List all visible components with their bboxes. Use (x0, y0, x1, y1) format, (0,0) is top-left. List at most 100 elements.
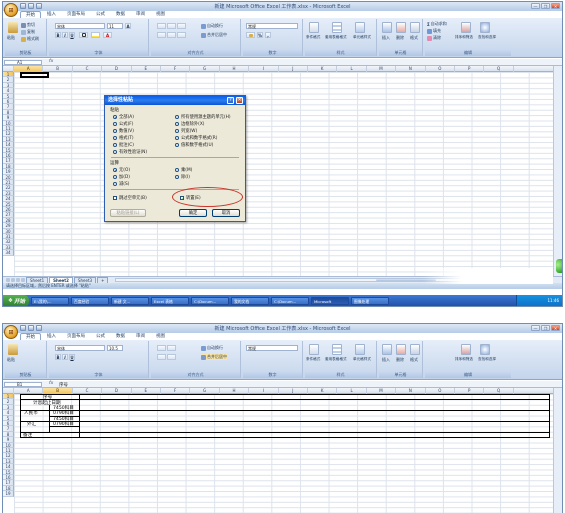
font-color-button[interactable]: A (103, 32, 112, 38)
wrap-text-button[interactable]: 自动换行 (201, 345, 223, 351)
delete-button[interactable]: 删除 (396, 35, 404, 41)
tab-review[interactable]: 审阅 (131, 333, 150, 340)
table-format-button[interactable]: 套用表格格式 (325, 35, 347, 40)
taskbar-item[interactable]: 图像处理 (350, 297, 389, 305)
insert-cells-icon[interactable] (382, 344, 392, 355)
cell-styles-button[interactable]: 单元格样式 (353, 35, 371, 40)
conditional-format-button[interactable]: 条件格式 (306, 357, 320, 362)
merge-center-button[interactable]: 合并后居中 (201, 354, 227, 360)
grow-font-button[interactable]: A (125, 23, 131, 29)
tab-review[interactable]: 审阅 (131, 11, 150, 18)
name-box[interactable]: A1 (4, 60, 42, 65)
remark-cell[interactable]: 备注 (23, 432, 32, 438)
system-tray-clock[interactable]: 11:46 (516, 295, 562, 306)
cell-grid[interactable] (14, 394, 553, 513)
sheet-next-icon[interactable] (16, 278, 20, 282)
find-select-button[interactable]: 查找和选择 (478, 357, 496, 362)
fx-item-cell[interactable]: 0790科目 (53, 421, 74, 427)
op-add-option[interactable]: 加(D) (113, 174, 130, 180)
op-multiply-option[interactable]: 乘(M) (175, 167, 192, 173)
fx-group-cell[interactable]: 外汇 (27, 421, 36, 427)
sort-filter-button[interactable]: 排序和筛选 (455, 357, 473, 362)
paste-comments-option[interactable]: 批注(C) (113, 142, 134, 148)
close-button[interactable]: ✕ (551, 3, 560, 9)
underline-button[interactable]: U (69, 32, 75, 38)
taskbar-item[interactable]: 百度经验 (70, 297, 109, 305)
format-cells-icon[interactable] (410, 22, 420, 33)
sheet-last-icon[interactable] (21, 278, 25, 282)
paste-formulas-numbers-option[interactable]: 公式和数字格式(R) (175, 135, 217, 141)
paste-formulas-option[interactable]: 公式(F) (113, 121, 133, 127)
format-button[interactable]: 格式 (410, 357, 418, 363)
bold-button[interactable]: B (55, 32, 61, 38)
sort-filter-button[interactable]: 排序和筛选 (455, 35, 473, 40)
underline-button[interactable]: U (69, 354, 75, 360)
taskbar-item[interactable]: C:\Docum... (270, 297, 309, 305)
office-button[interactable]: ⊞ (4, 325, 18, 339)
table-format-icon[interactable] (332, 22, 342, 33)
tab-data[interactable]: 数据 (111, 333, 130, 340)
dialog-close-button[interactable]: ✕ (236, 97, 243, 104)
tab-insert[interactable]: 插入 (42, 333, 61, 340)
paste-validation-option[interactable]: 有效性验证(N) (113, 149, 147, 155)
cell-grid[interactable] (14, 72, 553, 276)
delete-cells-icon[interactable] (396, 22, 406, 33)
maximize-button[interactable]: ❐ (541, 3, 550, 9)
align-left-button[interactable] (157, 32, 166, 38)
align-middle-button[interactable] (167, 345, 176, 351)
insert-button[interactable]: 插入 (382, 357, 390, 363)
name-box[interactable]: B1 (4, 382, 42, 387)
align-right-button[interactable] (177, 32, 186, 38)
paste-link-button[interactable]: 粘贴链接(L) (110, 209, 146, 217)
font-size-box[interactable]: 11 (107, 23, 123, 29)
paste-button[interactable]: 粘贴 (7, 35, 15, 41)
taskbar-item[interactable]: E:\我的\... (30, 297, 69, 305)
fx-button[interactable]: fx (49, 381, 53, 386)
borders-button[interactable] (79, 32, 88, 38)
number-format-box[interactable]: 常规 (246, 345, 298, 351)
maximize-button[interactable]: ❐ (541, 325, 550, 331)
delete-cells-icon[interactable] (396, 344, 406, 355)
fill-color-button[interactable] (91, 32, 100, 38)
paste-values-numbers-option[interactable]: 值和数字格式(U) (175, 142, 213, 148)
skip-blanks-checkbox[interactable]: 跳过空单元(B) (113, 195, 147, 201)
table-format-icon[interactable] (332, 344, 342, 355)
paste-values-option[interactable]: 数值(V) (113, 128, 134, 134)
floating-widget-icon[interactable] (556, 259, 562, 273)
sort-filter-icon[interactable] (461, 22, 471, 33)
align-left-button[interactable] (157, 354, 166, 360)
paste-icon[interactable] (8, 22, 18, 33)
op-subtract-option[interactable]: 减(S) (113, 181, 129, 187)
conditional-format-icon[interactable] (309, 344, 319, 355)
insert-button[interactable]: 插入 (382, 35, 390, 41)
paste-source-theme-option[interactable]: 所有使用源主题的单元(H) (175, 114, 231, 120)
row-header[interactable]: 19 (3, 491, 14, 497)
minimize-button[interactable]: — (531, 3, 540, 9)
close-button[interactable]: ✕ (551, 325, 560, 331)
office-button[interactable]: ⊞ (4, 3, 18, 17)
paste-no-borders-option[interactable]: 边框除外(X) (175, 121, 204, 127)
cell-styles-icon[interactable] (355, 22, 365, 33)
taskbar-item[interactable]: 新建 文... (110, 297, 149, 305)
tab-view[interactable]: 视图 (151, 11, 170, 18)
ok-button[interactable]: 确定 (179, 209, 207, 217)
taskbar-item[interactable]: C:\Docum... (190, 297, 229, 305)
taskbar-item[interactable]: Microsoft (310, 297, 349, 305)
font-size-box[interactable]: 10.5 (107, 345, 123, 351)
delete-button[interactable]: 删除 (396, 357, 404, 363)
currency-button[interactable] (246, 32, 255, 38)
paste-column-widths-option[interactable]: 列宽(W) (175, 128, 197, 134)
tab-home[interactable]: 开始 (20, 11, 41, 18)
paste-icon[interactable] (8, 344, 18, 355)
rmb-group-cell[interactable]: 人民币 (24, 410, 38, 416)
find-select-icon[interactable] (480, 22, 490, 33)
insert-cells-icon[interactable] (382, 22, 392, 33)
fx-button[interactable]: fx (49, 59, 53, 64)
italic-button[interactable]: I (62, 32, 68, 38)
tab-page-layout[interactable]: 页面布局 (62, 333, 90, 340)
font-name-box[interactable]: 宋体 (55, 23, 105, 29)
wrap-text-button[interactable]: 自动换行 (201, 23, 223, 29)
active-cell[interactable] (20, 72, 49, 78)
format-painter-button[interactable]: 格式刷 (21, 36, 39, 42)
tab-insert[interactable]: 插入 (42, 11, 61, 18)
